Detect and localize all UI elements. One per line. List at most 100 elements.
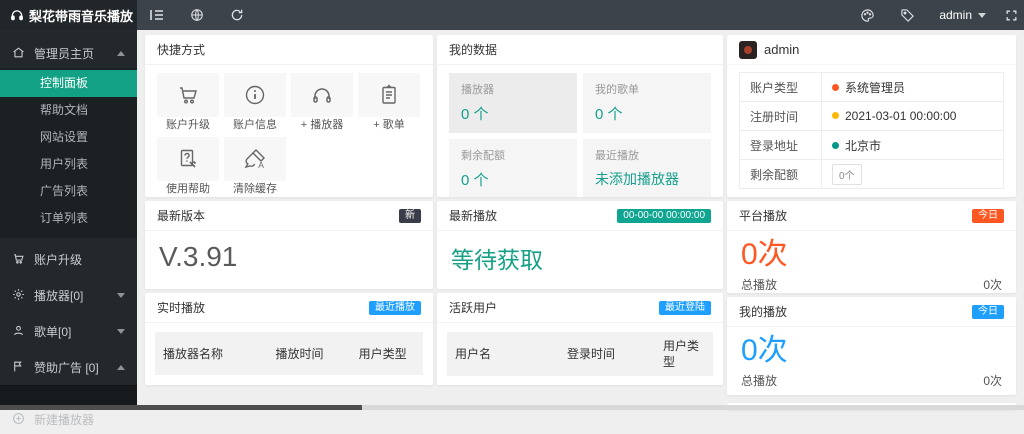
sidebar-item-dashboard[interactable]: 控制面板 bbox=[0, 70, 137, 97]
sidebar-group-admin-home[interactable]: 管理员主页 bbox=[0, 38, 137, 68]
sidebar-group-playlists[interactable]: 歌单[0] bbox=[0, 316, 137, 346]
stat-playlists[interactable]: 我的歌单 0 个 bbox=[583, 73, 711, 133]
sidebar: 管理员主页 控制面板 帮助文档 网站设置 用户列表 广告列表 订单列表 账户升级… bbox=[0, 30, 137, 410]
table-row: 登录地址 北京市 bbox=[740, 131, 1004, 160]
user-menu[interactable]: admin bbox=[927, 8, 998, 22]
shortcut-clear-cache[interactable]: A 清除缓存 bbox=[224, 137, 286, 197]
my-data-card: 我的数据 播放器 0 个 我的歌单 0 个 剩余配额 0 个 最近播放 未添加播… bbox=[437, 35, 723, 197]
app-logo[interactable]: 梨花带雨音乐播放 bbox=[0, 0, 137, 30]
home-icon bbox=[12, 46, 26, 60]
chevron-down-icon bbox=[117, 293, 125, 298]
sidebar-submenu: 控制面板 帮助文档 网站设置 用户列表 广告列表 订单列表 bbox=[0, 68, 137, 238]
table-header: 播放器名称 播放时间 用户类型 bbox=[155, 332, 423, 375]
chevron-up-icon bbox=[117, 51, 125, 56]
sidebar-toggle-icon[interactable] bbox=[137, 0, 177, 30]
avatar bbox=[739, 41, 757, 59]
my-data-title: 我的数据 bbox=[449, 41, 497, 58]
stat-recent-play[interactable]: 最近播放 未添加播放器 bbox=[583, 139, 711, 197]
brush-icon: A bbox=[243, 147, 267, 171]
sidebar-item-help-docs[interactable]: 帮助文档 bbox=[0, 97, 137, 124]
app-title: 梨花带雨音乐播放 bbox=[29, 6, 133, 25]
scrollbar-thumb[interactable] bbox=[0, 405, 362, 410]
flag-icon bbox=[12, 360, 26, 374]
chevron-down-icon bbox=[978, 13, 986, 18]
sidebar-group-players[interactable]: 播放器[0] bbox=[0, 280, 137, 310]
shortcut-account-info[interactable]: 账户信息 bbox=[224, 73, 286, 133]
version-number: V.3.91 bbox=[159, 241, 237, 272]
sidebar-item-account-upgrade[interactable]: 账户升级 bbox=[0, 244, 137, 274]
refresh-icon[interactable] bbox=[217, 0, 257, 30]
fullscreen-icon[interactable] bbox=[998, 0, 1024, 30]
username: admin bbox=[939, 8, 972, 22]
platform-play-title: 平台播放 bbox=[739, 207, 787, 224]
shortcut-add-playlist[interactable]: + 歌单 bbox=[358, 73, 420, 133]
total-play-label: 总播放 bbox=[741, 372, 777, 389]
stat-quota[interactable]: 剩余配额 0 个 bbox=[449, 139, 577, 197]
latest-version-title: 最新版本 bbox=[157, 207, 205, 224]
realtime-play-card: 实时播放 最近播放 播放器名称 播放时间 用户类型 bbox=[145, 293, 433, 385]
today-badge: 今日 bbox=[972, 209, 1004, 223]
table-row: 剩余配额 0个 bbox=[740, 160, 1004, 189]
stat-players[interactable]: 播放器 0 个 bbox=[449, 73, 577, 133]
latest-version-card: 最新版本 新 V.3.91 bbox=[145, 201, 433, 289]
sidebar-group-sponsor-ads[interactable]: 赞助广告 [0] bbox=[0, 352, 137, 382]
sidebar-item-site-settings[interactable]: 网站设置 bbox=[0, 124, 137, 151]
info-icon bbox=[243, 83, 267, 107]
active-users-card: 活跃用户 最近登陆 用户名 登录时间 用户类型 bbox=[437, 293, 723, 385]
latest-play-card: 最新播放 00-00-00 00:00:00 等待获取 bbox=[437, 201, 723, 289]
gear-icon bbox=[12, 288, 26, 302]
table-row: 账户类型 系统管理员 bbox=[740, 73, 1004, 102]
profile-username: admin bbox=[764, 42, 799, 57]
platform-play-count: 0次 bbox=[741, 239, 1002, 271]
cart-icon bbox=[12, 252, 26, 266]
my-play-count: 0次 bbox=[741, 335, 1002, 367]
chevron-up-icon bbox=[117, 365, 125, 370]
user-icon bbox=[12, 324, 26, 338]
timestamp-badge: 00-00-00 00:00:00 bbox=[617, 209, 711, 223]
chevron-down-icon bbox=[117, 329, 125, 334]
sidebar-item-user-list[interactable]: 用户列表 bbox=[0, 151, 137, 178]
headphones-logo-icon bbox=[10, 8, 24, 22]
realtime-play-title: 实时播放 bbox=[157, 299, 205, 316]
status-dot bbox=[832, 142, 839, 149]
shortcut-add-player[interactable]: + 播放器 bbox=[291, 73, 353, 133]
sidebar-item-ad-list[interactable]: 广告列表 bbox=[0, 178, 137, 205]
quota-badge: 0个 bbox=[832, 164, 862, 185]
circle-plus-icon bbox=[12, 412, 26, 426]
sidebar-item-order-list[interactable]: 订单列表 bbox=[0, 205, 137, 232]
table-row: 注册时间 2021-03-01 00:00:00 bbox=[740, 102, 1004, 131]
active-users-title: 活跃用户 bbox=[449, 299, 497, 316]
shortcuts-title: 快捷方式 bbox=[157, 41, 205, 58]
today-badge: 今日 bbox=[972, 305, 1004, 319]
new-badge: 新 bbox=[399, 209, 421, 223]
horizontal-scrollbar[interactable] bbox=[0, 405, 1024, 410]
my-play-card: 我的播放 今日 0次 总播放 0次 bbox=[727, 297, 1016, 395]
my-play-title: 我的播放 bbox=[739, 303, 787, 320]
status-dot bbox=[832, 112, 839, 119]
profile-card: admin 账户类型 系统管理员 注册时间 2021-03-01 00:00:0… bbox=[727, 35, 1016, 197]
help-icon bbox=[176, 147, 200, 171]
theme-palette-icon[interactable] bbox=[847, 0, 887, 30]
sidebar-bottom-section: 新建播放器 bbox=[0, 385, 137, 405]
status-dot bbox=[832, 84, 839, 91]
total-play-value: 0次 bbox=[983, 372, 1002, 389]
platform-play-card: 平台播放 今日 0次 总播放 0次 bbox=[727, 201, 1016, 293]
globe-icon[interactable] bbox=[177, 0, 217, 30]
main-content: 快捷方式 账户升级 账户信息 + 播放器 bbox=[137, 30, 1024, 410]
topbar: admin bbox=[137, 0, 1024, 30]
tag-icon[interactable] bbox=[887, 0, 927, 30]
total-play-value: 0次 bbox=[983, 276, 1002, 293]
latest-play-title: 最新播放 bbox=[449, 207, 497, 224]
recent-login-badge: 最近登陆 bbox=[659, 301, 711, 315]
headphones-icon bbox=[310, 83, 334, 107]
shortcuts-card: 快捷方式 账户升级 账户信息 + 播放器 bbox=[145, 35, 433, 197]
table-header: 用户名 登录时间 用户类型 bbox=[447, 332, 713, 376]
shortcut-account-upgrade[interactable]: 账户升级 bbox=[157, 73, 219, 133]
shortcut-help[interactable]: 使用帮助 bbox=[157, 137, 219, 197]
playlist-icon bbox=[377, 83, 401, 107]
latest-play-status: 等待获取 bbox=[451, 247, 543, 273]
recent-play-badge: 最近播放 bbox=[369, 301, 421, 315]
svg-text:A: A bbox=[258, 160, 264, 170]
total-play-label: 总播放 bbox=[741, 276, 777, 293]
cart-icon bbox=[176, 83, 200, 107]
